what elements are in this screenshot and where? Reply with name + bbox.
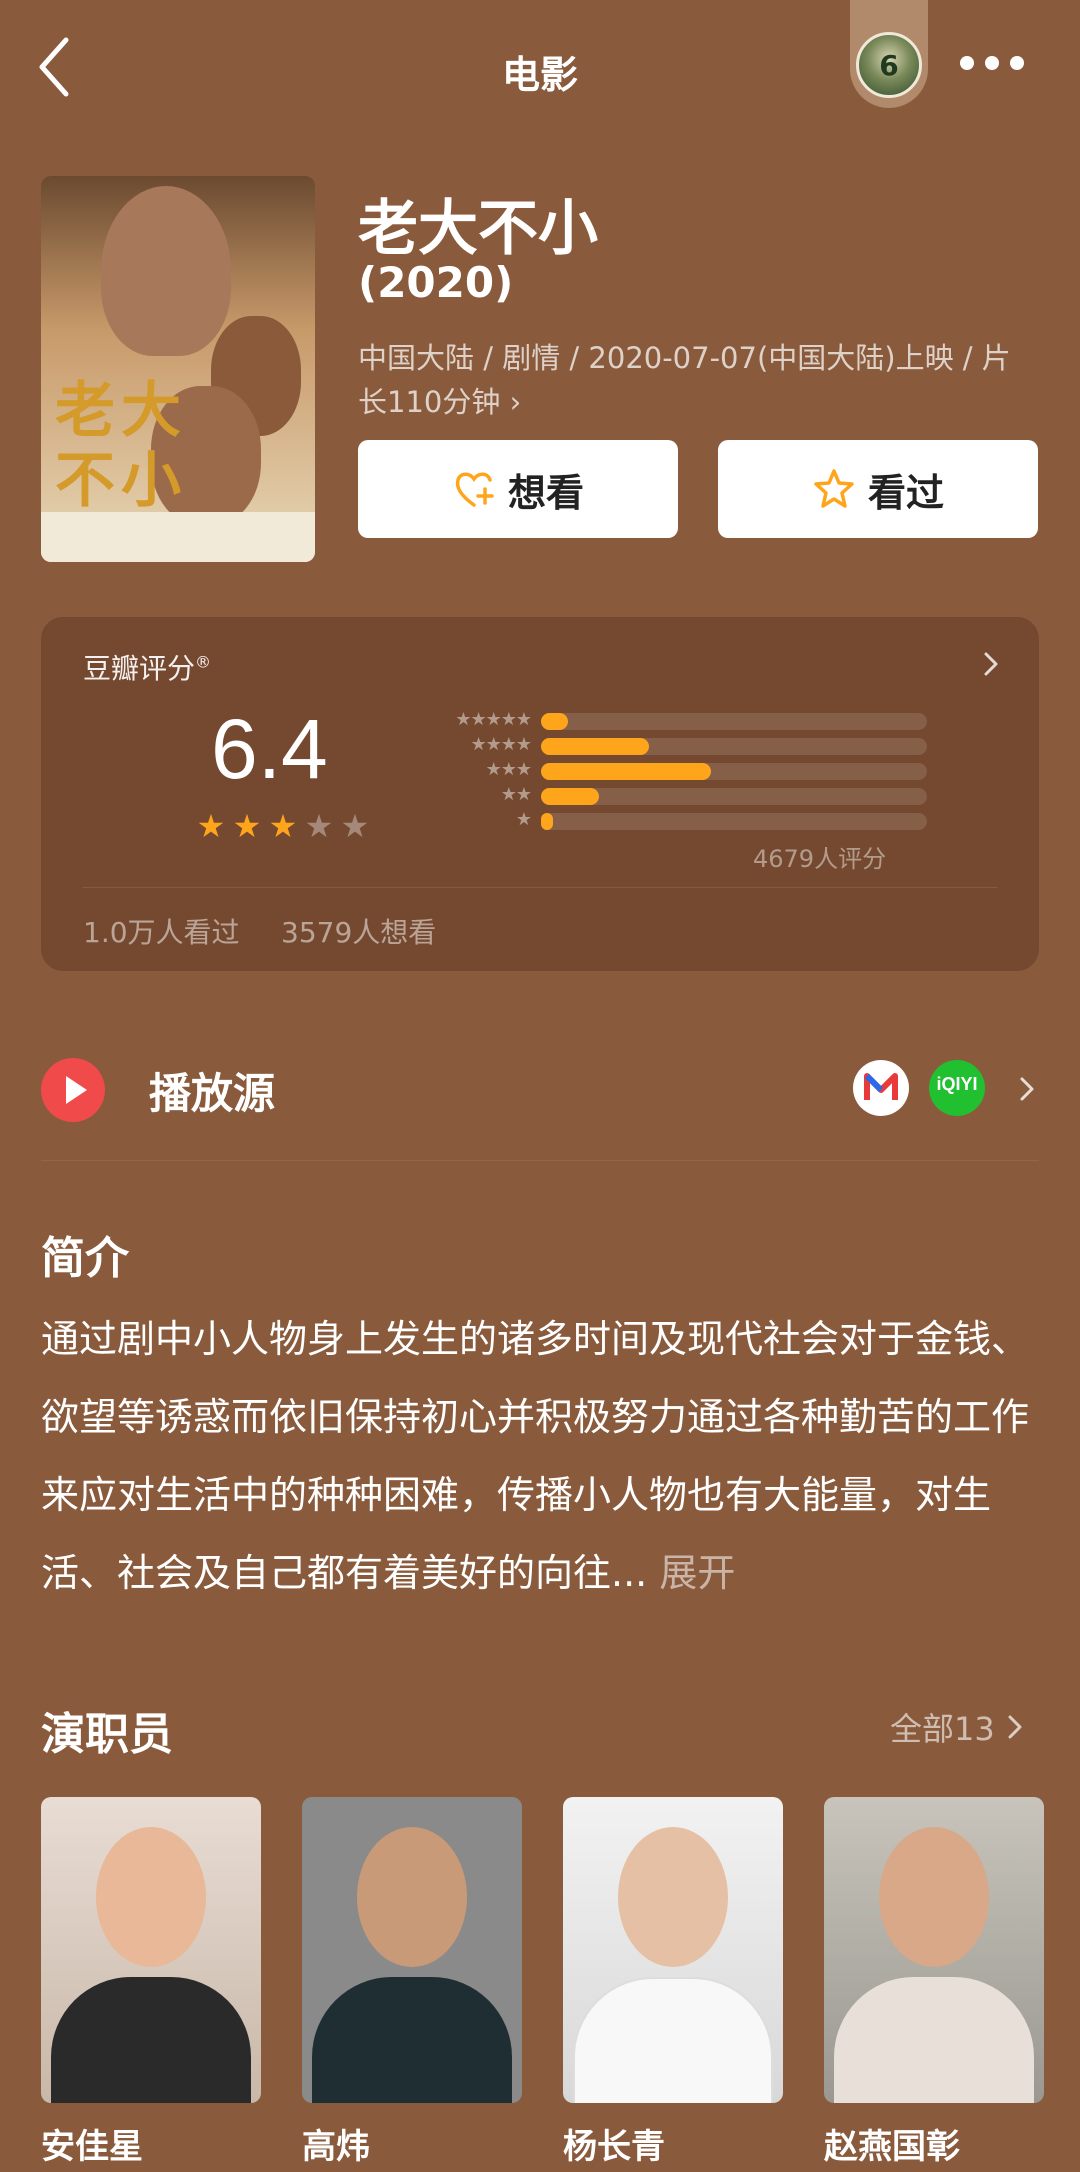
distribution-row: ★★★★ bbox=[391, 734, 927, 759]
distribution-stars: ★★★★ bbox=[470, 734, 532, 755]
portrait-head bbox=[879, 1827, 989, 1967]
distribution-bar bbox=[541, 788, 599, 805]
dot-icon bbox=[1010, 56, 1024, 70]
dot-icon bbox=[960, 56, 974, 70]
distribution-row: ★ bbox=[391, 809, 927, 834]
cast-photo bbox=[563, 1797, 783, 2103]
distribution-bar bbox=[541, 763, 711, 780]
poster-title-art: 老大 不小 bbox=[55, 376, 187, 516]
cast-card[interactable]: 高炜 bbox=[302, 1797, 522, 2167]
star-empty-icon: ★ bbox=[340, 807, 370, 845]
chevron-right-icon bbox=[1020, 1077, 1034, 1101]
play-sources-row[interactable]: 播放源 iQIYI bbox=[41, 1040, 1039, 1140]
cast-name: 赵燕国彰 bbox=[824, 2127, 960, 2167]
portrait-head bbox=[96, 1827, 206, 1967]
cast-name: 杨长青 bbox=[563, 2127, 665, 2167]
cast-card[interactable]: 杨长青 bbox=[563, 1797, 783, 2167]
chevron-right-icon bbox=[984, 652, 998, 676]
cast-name: 高炜 bbox=[302, 2127, 370, 2167]
heart-plus-icon bbox=[455, 472, 494, 507]
cast-card[interactable]: 安佳星 bbox=[41, 1797, 261, 2167]
cast-name: 安佳星 bbox=[41, 2127, 143, 2167]
distribution-track bbox=[541, 788, 927, 805]
portrait-body bbox=[573, 1977, 773, 2103]
star-outline-icon bbox=[814, 469, 854, 508]
cast-photo bbox=[41, 1797, 261, 2103]
chevron-right-icon bbox=[1008, 1715, 1022, 1739]
distribution-stars: ★ bbox=[515, 809, 532, 830]
poster-figure bbox=[101, 186, 231, 356]
distribution-track bbox=[541, 763, 927, 780]
cast-heading: 演职员 bbox=[41, 1709, 173, 1760]
divider bbox=[83, 887, 997, 888]
rating-count: 4679人评分 bbox=[753, 845, 887, 873]
cast-all-label: 全部13 bbox=[890, 1710, 995, 1748]
star-empty-icon: ★ bbox=[304, 807, 334, 845]
portrait-body bbox=[312, 1977, 512, 2103]
want-label: 想看 bbox=[507, 470, 584, 515]
expand-link[interactable]: 展开 bbox=[659, 1551, 735, 1595]
play-sources-label: 播放源 bbox=[149, 1069, 276, 1118]
play-icon bbox=[41, 1058, 105, 1122]
seen-label: 看过 bbox=[867, 470, 944, 515]
douban-rating-card[interactable]: 豆瓣评分® 6.4 ★ ★ ★ ★ ★ ★★★★★ ★★★★ ★★★ ★★ ★ 4679人评分 … bbox=[41, 617, 1039, 971]
badge-icon: 6 bbox=[856, 32, 922, 98]
distribution-stars: ★★ bbox=[500, 784, 532, 805]
star-filled-icon: ★ bbox=[268, 807, 298, 845]
dot-icon bbox=[985, 56, 999, 70]
portrait-body bbox=[51, 1977, 251, 2103]
movie-title: 老大不小 bbox=[358, 194, 598, 264]
distribution-bar bbox=[541, 813, 553, 830]
distribution-row: ★★★★★ bbox=[391, 709, 927, 734]
movie-poster[interactable]: 老大 不小 bbox=[41, 176, 315, 562]
distribution-row: ★★ bbox=[391, 784, 927, 809]
star-filled-icon: ★ bbox=[196, 807, 226, 845]
distribution-row: ★★★ bbox=[391, 759, 927, 784]
achievement-badge[interactable]: 6 bbox=[850, 0, 928, 108]
top-bar: 电影 6 bbox=[0, 0, 1080, 140]
cast-list: 安佳星 高炜 杨长青 赵燕国彰 bbox=[41, 1797, 1080, 2172]
distribution-stars: ★★★★★ bbox=[455, 709, 532, 730]
divider bbox=[41, 1160, 1039, 1161]
more-options-button[interactable] bbox=[960, 56, 1024, 76]
distribution-bar bbox=[541, 713, 569, 730]
rating-stars: ★ ★ ★ ★ ★ bbox=[193, 807, 373, 845]
intro-text: 通过剧中小人物身上发生的诸多时间及现代社会对于金钱、欲望等诱惑而依旧保持初心并积… bbox=[41, 1300, 1041, 1612]
portrait-head bbox=[357, 1827, 467, 1967]
iqiyi-icon[interactable]: iQIYI bbox=[929, 1060, 985, 1116]
portrait-body bbox=[834, 1977, 1034, 2103]
mgtv-icon[interactable] bbox=[853, 1060, 909, 1116]
rating-label: 豆瓣评分® bbox=[83, 652, 212, 685]
star-filled-icon: ★ bbox=[232, 807, 262, 845]
distribution-track bbox=[541, 713, 927, 730]
distribution-bar bbox=[541, 738, 650, 755]
distribution-track bbox=[541, 813, 927, 830]
cast-card[interactable]: 赵燕国彰 bbox=[824, 1797, 1044, 2167]
rating-distribution: ★★★★★ ★★★★ ★★★ ★★ ★ bbox=[391, 709, 927, 834]
want-to-watch-button[interactable]: 想看 bbox=[358, 440, 678, 538]
poster-credits-strip bbox=[41, 512, 315, 562]
cast-all-link[interactable]: 全部13 bbox=[890, 1704, 1025, 1750]
rating-score: 6.4 bbox=[211, 702, 328, 796]
movie-meta[interactable]: 中国大陆 / 剧情 / 2020-07-07(中国大陆)上映 / 片长110分钟… bbox=[358, 336, 1038, 424]
iqiyi-text: iQIYI bbox=[936, 1074, 978, 1094]
want-count: 3579人想看 bbox=[281, 916, 437, 949]
portrait-head bbox=[618, 1827, 728, 1967]
distribution-stars: ★★★ bbox=[485, 759, 532, 780]
movie-year: (2020) bbox=[358, 258, 514, 307]
seen-count: 1.0万人看过 bbox=[83, 916, 240, 949]
badge-text: 6 bbox=[879, 49, 899, 82]
intro-heading: 简介 bbox=[41, 1233, 129, 1284]
distribution-track bbox=[541, 738, 927, 755]
cast-photo bbox=[824, 1797, 1044, 2103]
watched-button[interactable]: 看过 bbox=[718, 440, 1038, 538]
cast-photo bbox=[302, 1797, 522, 2103]
intro-body: 通过剧中小人物身上发生的诸多时间及现代社会对于金钱、欲望等诱惑而依旧保持初心并积… bbox=[41, 1317, 1030, 1595]
